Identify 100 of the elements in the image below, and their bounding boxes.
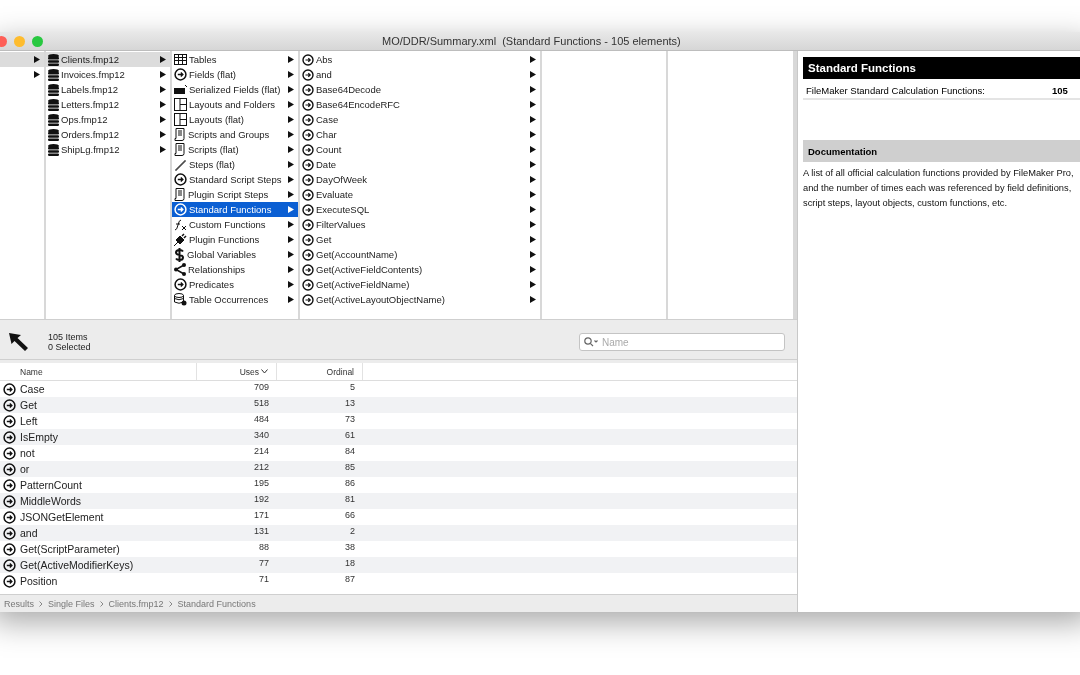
disclosure-arrow-icon [288,191,294,198]
file-item[interactable]: Ops.fmp12 [46,112,170,127]
table-cell: Get [20,399,37,411]
disclosure-arrow-icon [288,161,294,168]
table-icon [174,54,187,65]
file-item[interactable]: Letters.fmp12 [46,97,170,112]
category-item[interactable]: Scripts (flat) [172,142,298,157]
layout-icon [174,113,187,126]
script-icon [174,143,186,156]
disclosure-arrow-icon [530,266,536,273]
function-item[interactable]: Get [300,232,540,247]
summary-value: 105 [1052,84,1068,96]
item-count: 105 Items [48,332,89,342]
file-item[interactable]: Clients.fmp12 [46,52,170,67]
category-item[interactable]: Table Occurrences [172,292,298,307]
category-item[interactable]: Standard Script Steps [172,172,298,187]
function-item[interactable]: Char [300,127,540,142]
function-item[interactable]: Base64Decode [300,82,540,97]
category-item[interactable]: Serialized Fields (flat) [172,82,298,97]
table-cell-text: 131 [252,525,270,538]
table-cell-text: 13 [344,397,356,410]
database-icon [48,68,59,81]
function-item[interactable]: Case [300,112,540,127]
path-item[interactable]: Standard Functions [177,598,256,609]
disclosure-arrow-icon [530,146,536,153]
table-cell-text: 214 [252,445,270,458]
function-item[interactable]: ExecuteSQL [300,202,540,217]
function-item[interactable]: Evaluate [300,187,540,202]
function-item[interactable]: FilterValues [300,217,540,232]
disclosure-arrow-icon [530,281,536,288]
function-item[interactable]: DayOfWeek [300,172,540,187]
minimize-button[interactable] [14,35,25,47]
function-item[interactable]: Count [300,142,540,157]
file-item[interactable]: Orders.fmp12 [46,127,170,142]
category-item[interactable]: Relationships [172,262,298,277]
function-item[interactable]: Get(ActiveFieldName) [300,277,540,292]
disclosure-arrow-icon [288,56,294,63]
function-item[interactable]: Base64EncodeRFC [300,97,540,112]
disclosure-arrow-icon [288,116,294,123]
disclosure-arrow-icon [288,86,294,93]
file-item[interactable]: Labels.fmp12 [46,82,170,97]
category-item[interactable]: Plugin Functions [172,232,298,247]
database-icon [48,53,59,66]
disclosure-arrow-icon [160,101,166,108]
path-item[interactable]: Single Files [48,598,95,609]
table-cell-text: 171 [252,509,270,522]
column-header[interactable]: Uses [197,363,277,380]
function-item[interactable]: Date [300,157,540,172]
database-icon [48,83,59,96]
dollar-icon [174,247,185,262]
function-item[interactable]: Get(ActiveFieldContents) [300,262,540,277]
disclosure-arrow-icon [530,116,536,123]
disclosure-arrow-icon [530,131,536,138]
zoom-button[interactable] [32,35,43,47]
table-cell-text: 195 [252,477,270,490]
function-item[interactable]: and [300,67,540,82]
plug-icon [174,233,187,246]
table-cell-text: 18 [344,557,356,570]
database-icon [48,113,59,126]
script-icon [174,188,186,201]
table-cell: MiddleWords [20,495,82,507]
table-cell: IsEmpty [20,431,58,443]
file-item[interactable]: ShipLg.fmp12 [46,142,170,157]
category-item[interactable]: Layouts (flat) [172,112,298,127]
category-item[interactable]: Global Variables [172,247,298,262]
disclosure-arrow-icon [530,206,536,213]
path-item[interactable]: Results [4,598,34,609]
function-item[interactable]: Get(ActiveLayoutObjectName) [300,292,540,307]
file-item[interactable]: Invoices.fmp12 [46,67,170,82]
disclosure-arrow-icon [34,71,40,78]
function-item[interactable]: Get(AccountName) [300,247,540,262]
category-item[interactable]: Tables [172,52,298,67]
disclosure-arrow-icon [288,221,294,228]
table-cell-text: 81 [344,493,356,506]
search-field[interactable]: Name [579,333,785,351]
category-item[interactable]: Predicates [172,277,298,292]
function-item[interactable]: Abs [300,52,540,67]
category-item[interactable]: Fields (flat) [172,67,298,82]
selected-count: 0 Selected [48,342,91,352]
category-item[interactable]: Custom Functions [172,217,298,232]
table-cell: Get(ActiveModifierKeys) [20,559,134,571]
table-cell-text: 340 [252,429,270,442]
column-header[interactable]: Name [0,363,197,380]
disclosure-arrow-icon [530,86,536,93]
list-item[interactable] [0,52,44,67]
category-item[interactable]: Scripts and Groups [172,127,298,142]
table-cell-text: 212 [252,461,270,474]
disclosure-arrow-icon [530,71,536,78]
category-item[interactable]: Layouts and Folders [172,97,298,112]
stack-icon [174,293,187,306]
category-item[interactable]: Standard Functions [172,202,298,217]
table-cell: Get(ScriptParameter) [20,543,120,555]
table-cell-text: 88 [258,541,270,554]
table-cell-text: 77 [258,557,270,570]
path-item[interactable]: Clients.fmp12 [108,598,164,609]
category-item[interactable]: Plugin Script Steps [172,187,298,202]
category-item[interactable]: Steps (flat) [172,157,298,172]
column-header[interactable]: Ordinal [277,363,363,380]
fx-icon [174,218,187,231]
disclosure-arrow-icon [160,146,166,153]
